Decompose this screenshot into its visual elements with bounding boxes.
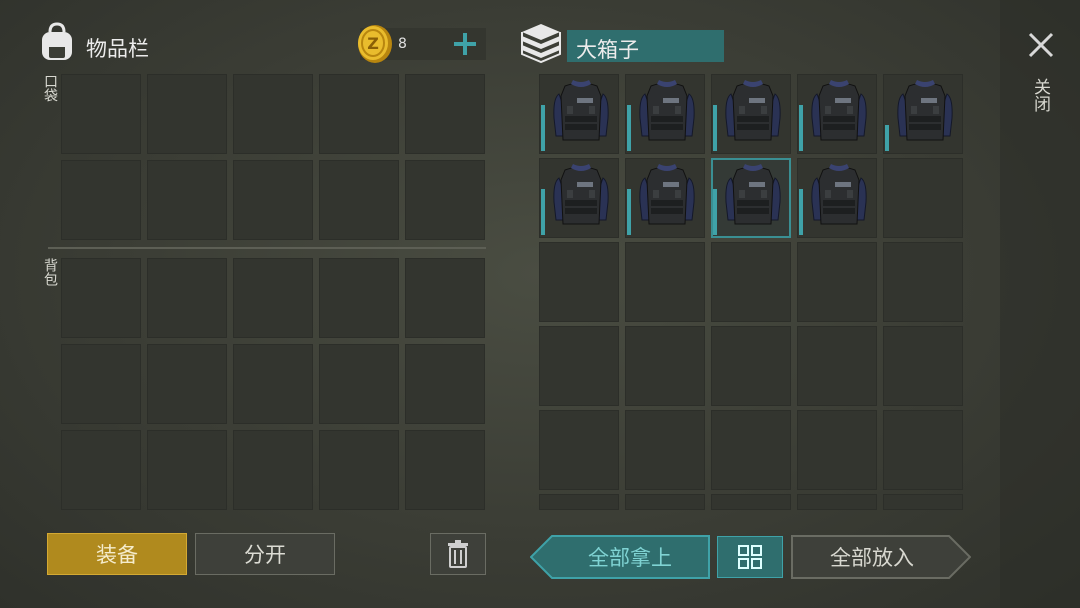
- container-slot[interactable]: [797, 326, 877, 406]
- container-slot-item[interactable]: [797, 74, 877, 154]
- backpack-slot[interactable]: [405, 258, 485, 338]
- container-slot[interactable]: [539, 494, 619, 510]
- container-slot-item[interactable]: [539, 74, 619, 154]
- container-slot-item[interactable]: [625, 74, 705, 154]
- container-slot[interactable]: [797, 494, 877, 510]
- put-all-label: 全部放入: [830, 546, 914, 570]
- container-slot[interactable]: [711, 494, 791, 510]
- container-slot[interactable]: [539, 410, 619, 490]
- close-icon: [1028, 32, 1054, 58]
- backpack-slot[interactable]: [233, 430, 313, 510]
- police-vest-icon: [721, 78, 785, 150]
- container-slot-item[interactable]: [625, 158, 705, 238]
- pocket-slot[interactable]: [319, 74, 399, 154]
- container-slot[interactable]: [883, 410, 963, 490]
- police-vest-icon: [893, 78, 957, 150]
- backpack-slot[interactable]: [405, 430, 485, 510]
- container-slot[interactable]: [883, 494, 963, 510]
- backpack-icon: [38, 22, 76, 62]
- container-slot-item[interactable]: [797, 158, 877, 238]
- pocket-slot[interactable]: [405, 74, 485, 154]
- container-slot[interactable]: [711, 410, 791, 490]
- container-slot-item[interactable]: [539, 158, 619, 238]
- backpack-slot[interactable]: [405, 344, 485, 424]
- backpack-slot[interactable]: [233, 258, 313, 338]
- police-vest-icon: [549, 78, 613, 150]
- take-all-label: 全部拿上: [588, 546, 672, 570]
- svg-text:Z: Z: [367, 34, 379, 53]
- container-slot[interactable]: [625, 494, 705, 510]
- container-slot[interactable]: [539, 242, 619, 322]
- close-button[interactable]: 关闭: [1024, 30, 1058, 130]
- container-slot[interactable]: [883, 242, 963, 322]
- add-coin-button[interactable]: [452, 31, 478, 57]
- backpack-slot[interactable]: [61, 258, 141, 338]
- police-vest-icon: [635, 78, 699, 150]
- backpack-slot[interactable]: [319, 344, 399, 424]
- container-slot[interactable]: [797, 242, 877, 322]
- coin-count: 8: [398, 36, 407, 52]
- container-slot[interactable]: [625, 242, 705, 322]
- container-slot[interactable]: [539, 326, 619, 406]
- container-slot-item[interactable]: [711, 74, 791, 154]
- pocket-label: 口袋: [42, 74, 58, 102]
- pocket-slot[interactable]: [233, 160, 313, 240]
- backpack-slot[interactable]: [147, 258, 227, 338]
- container-slot[interactable]: [883, 158, 963, 238]
- equip-button[interactable]: 装备: [47, 533, 187, 575]
- split-button[interactable]: 分开: [195, 533, 335, 575]
- backpack-slot[interactable]: [61, 344, 141, 424]
- backpack-slot[interactable]: [319, 430, 399, 510]
- police-vest-icon: [549, 162, 613, 234]
- backpack-slot[interactable]: [61, 430, 141, 510]
- backpack-label: 背包: [42, 258, 58, 286]
- sort-button[interactable]: [717, 536, 783, 578]
- box-icon: [518, 22, 564, 64]
- pocket-slot[interactable]: [61, 160, 141, 240]
- coin-icon: Z: [356, 24, 394, 64]
- backpack-slot[interactable]: [147, 430, 227, 510]
- container-slot[interactable]: [711, 242, 791, 322]
- trash-icon: [448, 540, 468, 568]
- container-slot[interactable]: [797, 410, 877, 490]
- grid-sort-icon: [738, 545, 762, 569]
- inventory-title: 物品栏: [86, 37, 149, 61]
- container-slot[interactable]: [711, 326, 791, 406]
- take-all-button[interactable]: 全部拿上: [530, 535, 710, 579]
- pocket-slot[interactable]: [319, 160, 399, 240]
- police-vest-icon: [721, 162, 785, 234]
- pocket-slot[interactable]: [233, 74, 313, 154]
- container-slot-item-selected[interactable]: [711, 158, 791, 238]
- backpack-slot[interactable]: [147, 344, 227, 424]
- pocket-slot[interactable]: [405, 160, 485, 240]
- container-slot[interactable]: [625, 410, 705, 490]
- police-vest-icon: [807, 78, 871, 150]
- container-slot[interactable]: [883, 326, 963, 406]
- section-divider: [48, 247, 486, 249]
- pocket-slot[interactable]: [147, 160, 227, 240]
- police-vest-icon: [807, 162, 871, 234]
- delete-button[interactable]: [430, 533, 486, 575]
- container-slot-item[interactable]: [883, 74, 963, 154]
- close-label: 关闭: [1030, 78, 1050, 112]
- container-title: 大箱子: [576, 38, 639, 62]
- pocket-slot[interactable]: [61, 74, 141, 154]
- pocket-slot[interactable]: [147, 74, 227, 154]
- police-vest-icon: [635, 162, 699, 234]
- container-slot[interactable]: [625, 326, 705, 406]
- put-all-button[interactable]: 全部放入: [791, 535, 971, 579]
- backpack-slot[interactable]: [319, 258, 399, 338]
- backpack-slot[interactable]: [233, 344, 313, 424]
